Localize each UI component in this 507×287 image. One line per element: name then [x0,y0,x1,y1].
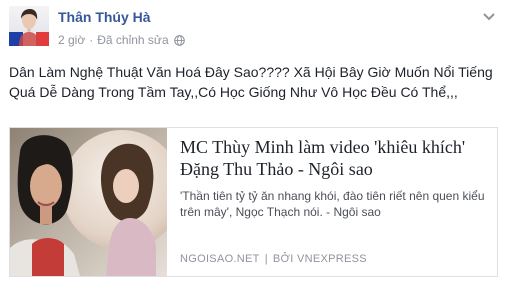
edited-label[interactable]: Đã chỉnh sửa [97,33,168,47]
source-divider: | [264,253,268,265]
link-description: 'Thần tiên tỷ tỷ ăn nhang khói, đào tiên… [180,189,485,219]
link-source: NGOISAO.NET | BỞI VNEXPRESS [180,253,367,265]
link-thumbnail [10,128,167,276]
avatar[interactable] [9,6,49,46]
link-publisher[interactable]: BỞI VNEXPRESS [273,253,367,265]
link-title[interactable]: MC Thùy Minh làm video 'khiêu khích' Đặn… [180,136,485,180]
meta-separator: · [89,33,94,47]
chevron-down-icon[interactable] [482,12,496,22]
link-preview-card[interactable]: MC Thùy Minh làm video 'khiêu khích' Đặn… [9,127,498,277]
link-preview-body: MC Thùy Minh làm video 'khiêu khích' Đặn… [180,128,490,276]
link-domain: NGOISAO.NET [180,253,260,265]
post-meta: 2 giờ · Đã chỉnh sửa [58,33,185,47]
profile-photo [9,9,49,46]
post-time[interactable]: 2 giờ [58,33,85,47]
thumbnail-image [10,128,167,276]
post-message: Dân Làm Nghệ Thuật Văn Hoá Đây Sao???? X… [9,64,493,100]
post-header: Thân Thúy Hà 2 giờ · Đã chỉnh sửa [9,6,499,50]
globe-icon[interactable] [173,34,185,46]
author-name[interactable]: Thân Thúy Hà [58,9,151,25]
